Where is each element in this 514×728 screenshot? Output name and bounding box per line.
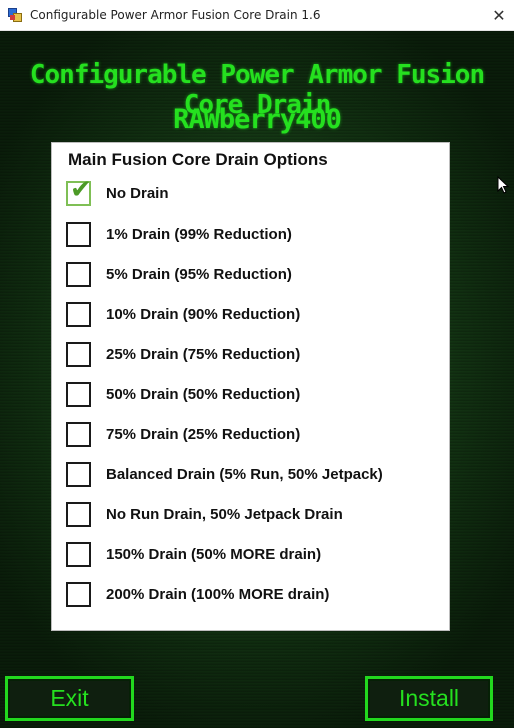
close-icon: ✕ [492, 6, 506, 25]
options-panel: Main Fusion Core Drain Options ✔ No Drai… [51, 142, 450, 631]
option-no-drain[interactable]: ✔ No Drain [66, 177, 436, 207]
window-title: Configurable Power Armor Fusion Core Dra… [30, 8, 321, 22]
checkbox[interactable] [66, 541, 91, 567]
author-heading: RAWberry400 [173, 104, 342, 135]
options-panel-title: Main Fusion Core Drain Options [68, 150, 328, 169]
option-25-percent[interactable]: 25% Drain (75% Reduction) [66, 340, 436, 368]
checkmark-icon: ✔ [70, 174, 92, 205]
option-label: 150% Drain (50% MORE drain) [106, 545, 322, 563]
option-label: 1% Drain (99% Reduction) [106, 225, 292, 243]
option-10-percent[interactable]: 10% Drain (90% Reduction) [66, 300, 436, 328]
checkbox[interactable] [66, 341, 91, 367]
app-icon [8, 8, 22, 22]
option-no-run-drain[interactable]: No Run Drain, 50% Jetpack Drain [66, 500, 436, 528]
checkbox[interactable] [66, 301, 91, 327]
checkbox[interactable] [66, 421, 91, 447]
checkbox[interactable] [66, 381, 91, 407]
option-label: 75% Drain (25% Reduction) [106, 425, 301, 443]
option-200-percent[interactable]: 200% Drain (100% MORE drain) [66, 580, 436, 608]
checkbox[interactable] [66, 581, 91, 607]
main-content: Configurable Power Armor Fusion Core Dra… [0, 31, 514, 728]
option-150-percent[interactable]: 150% Drain (50% MORE drain) [66, 540, 436, 568]
checkbox[interactable]: ✔ [66, 177, 92, 206]
option-label: Balanced Drain (5% Run, 50% Jetpack) [106, 465, 383, 483]
option-50-percent[interactable]: 50% Drain (50% Reduction) [66, 380, 436, 408]
checkbox[interactable] [66, 461, 91, 487]
option-label: 10% Drain (90% Reduction) [106, 305, 301, 323]
checkbox[interactable] [66, 221, 91, 247]
option-balanced[interactable]: Balanced Drain (5% Run, 50% Jetpack) [66, 460, 436, 488]
option-label: 200% Drain (100% MORE drain) [106, 585, 330, 603]
checkbox[interactable] [66, 501, 91, 527]
option-label: 5% Drain (95% Reduction) [106, 265, 292, 283]
option-75-percent[interactable]: 75% Drain (25% Reduction) [66, 420, 436, 448]
install-button[interactable]: Install [365, 676, 493, 721]
title-bar: Configurable Power Armor Fusion Core Dra… [0, 0, 514, 31]
option-label: No Drain [106, 184, 169, 202]
mouse-pointer-icon [497, 176, 509, 194]
option-label: 25% Drain (75% Reduction) [106, 345, 301, 363]
exit-button[interactable]: Exit [5, 676, 134, 721]
close-button[interactable]: ✕ [484, 0, 514, 31]
option-1-percent[interactable]: 1% Drain (99% Reduction) [66, 220, 436, 248]
option-label: 50% Drain (50% Reduction) [106, 385, 301, 403]
option-label: No Run Drain, 50% Jetpack Drain [106, 505, 343, 523]
option-5-percent[interactable]: 5% Drain (95% Reduction) [66, 260, 436, 288]
checkbox[interactable] [66, 261, 91, 287]
